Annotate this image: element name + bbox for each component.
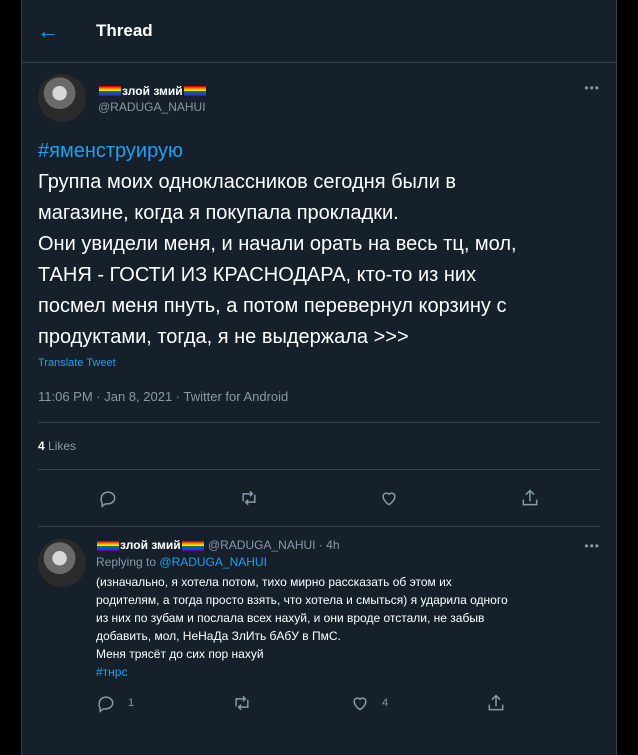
share-button[interactable] bbox=[520, 488, 540, 508]
reply-line: Меня трясёт до сих пор нахуй bbox=[96, 647, 264, 661]
reply-button[interactable]: 1 bbox=[96, 693, 134, 713]
reply-line: родителям, а тогда просто взять, что хот… bbox=[96, 593, 508, 607]
rainbow-flag-icon bbox=[181, 540, 204, 551]
retweet-icon bbox=[242, 490, 256, 506]
reply-count: 1 bbox=[128, 697, 135, 709]
likes-link[interactable]: 4 Likes bbox=[38, 423, 600, 469]
rainbow-flag-icon bbox=[99, 85, 121, 96]
main-tweet: злой змий @RADUGA_NAHUI ••• #яменструиру… bbox=[22, 68, 616, 527]
likes-count: 4 bbox=[38, 439, 45, 453]
more-icon[interactable]: ••• bbox=[584, 539, 600, 553]
reply-header: злой змий @RADUGA_NAHUI · 4h bbox=[96, 537, 600, 553]
likes-label: Likes bbox=[48, 439, 77, 453]
more-icon[interactable]: ••• bbox=[584, 81, 600, 95]
reply-line: (изначально, я хотела потом, тихо мирно … bbox=[96, 575, 452, 589]
heart-icon bbox=[353, 697, 367, 711]
thread-panel: ← Thread злой змий @RADUGA_NAHUI ••• #ям… bbox=[21, 0, 617, 755]
retweet-button[interactable] bbox=[232, 693, 252, 713]
arrow-left-icon[interactable]: ← bbox=[36, 19, 60, 43]
tweet-line: магазине, когда я покупала прокладки. bbox=[38, 202, 399, 224]
heart-icon bbox=[382, 492, 396, 506]
reply-line: из них по зубам и послала всех нахуй, и … bbox=[96, 611, 485, 625]
tweet-line: ТАНЯ - ГОСТИ ИЗ КРАСНОДАРА, кто-то из ни… bbox=[38, 264, 477, 286]
avatar[interactable] bbox=[38, 74, 86, 122]
header: ← Thread bbox=[22, 0, 616, 63]
reply-text: (изначально, я хотела потом, тихо мирно … bbox=[96, 573, 600, 681]
reply-action-bar: 1 4 bbox=[96, 693, 506, 713]
avatar[interactable] bbox=[38, 539, 86, 587]
display-name[interactable]: злой змий bbox=[98, 82, 207, 100]
replying-to: Replying to @RADUGA_NAHUI bbox=[96, 555, 267, 569]
like-button[interactable]: 4 bbox=[350, 693, 388, 713]
hashtag-link[interactable]: #яменструирую bbox=[38, 136, 600, 167]
tweet-line: Они увидели меня, и начали орать на весь… bbox=[38, 233, 517, 255]
like-count: 4 bbox=[381, 697, 389, 709]
tweet-line: продуктами, тогда, я не выдержала >>> bbox=[38, 326, 409, 348]
reply-button[interactable] bbox=[98, 488, 118, 508]
rainbow-flag-icon bbox=[97, 540, 119, 551]
tweet-line: Группа моих одноклассников сегодня были … bbox=[38, 171, 456, 193]
retweet-icon bbox=[235, 695, 249, 711]
retweet-button[interactable] bbox=[239, 488, 259, 508]
tweet-meta: 11:06 PM · Jan 8, 2021 · Twitter for And… bbox=[38, 389, 289, 404]
tweet-text: #яменструирую Группа моих одноклассников… bbox=[38, 136, 600, 353]
page-title: Thread bbox=[96, 21, 153, 40]
comment-icon bbox=[98, 696, 114, 713]
share-icon bbox=[522, 489, 538, 506]
handle-time[interactable]: @RADUGA_NAHUI · 4h bbox=[208, 538, 340, 552]
replying-handle-link[interactable]: @RADUGA_NAHUI bbox=[159, 555, 267, 569]
tweet-line: посмел меня пнуть, а потом перевернул ко… bbox=[38, 295, 507, 317]
share-button[interactable] bbox=[486, 693, 506, 713]
translate-link[interactable]: Translate Tweet bbox=[38, 357, 600, 369]
hashtag-link[interactable]: #тнрс bbox=[96, 663, 600, 681]
reply-tweet[interactable]: злой змий @RADUGA_NAHUI · 4h Replying to… bbox=[22, 527, 616, 713]
reply-line: добавить, мол, НеНаДа ЗлИть бАбУ в ПмС. bbox=[96, 629, 341, 643]
user-handle[interactable]: @RADUGA_NAHUI bbox=[98, 100, 207, 114]
display-name[interactable]: злой змий bbox=[120, 538, 181, 552]
comment-icon bbox=[100, 491, 116, 508]
rainbow-flag-icon bbox=[183, 85, 206, 96]
action-bar bbox=[38, 470, 600, 526]
like-button[interactable] bbox=[379, 488, 399, 508]
share-icon bbox=[488, 694, 504, 711]
